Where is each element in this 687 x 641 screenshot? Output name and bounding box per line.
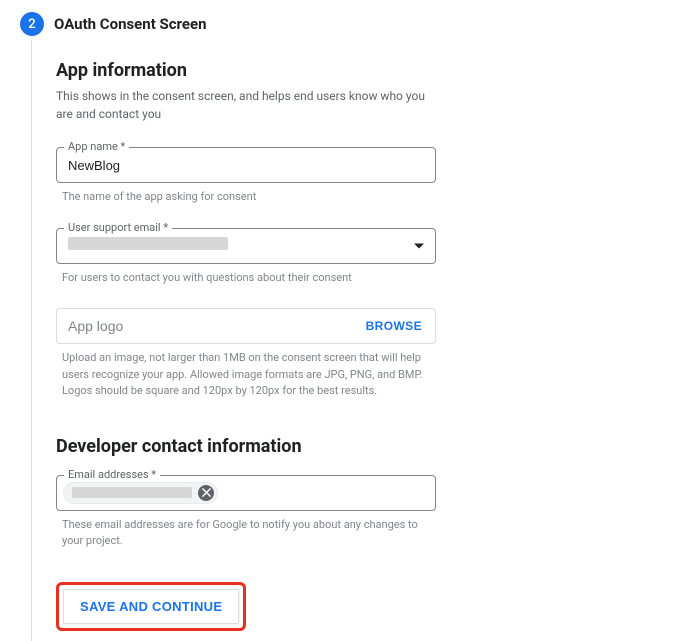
app-logo-field: BROWSE — [56, 308, 436, 344]
support-email-field: User support email * — [56, 228, 471, 264]
step-content: App information This shows in the consen… — [31, 40, 471, 641]
app-info-heading: App information — [56, 60, 471, 81]
save-and-continue-button[interactable]: SAVE AND CONTINUE — [63, 589, 239, 624]
chevron-down-icon — [414, 243, 424, 248]
email-addresses-label: Email addresses * — [64, 468, 160, 481]
email-addresses-field: Email addresses * — [56, 475, 471, 511]
support-email-helper: For users to contact you with questions … — [62, 270, 432, 287]
support-email-label: User support email * — [64, 221, 172, 234]
redacted-email-chip — [72, 487, 192, 498]
redacted-email — [68, 237, 228, 250]
step-title: OAuth Consent Screen — [54, 15, 207, 33]
step-number-badge: 2 — [20, 12, 44, 36]
highlight-annotation: SAVE AND CONTINUE — [56, 582, 246, 631]
app-logo-helper: Upload an image, not larger than 1MB on … — [62, 350, 432, 400]
dev-contact-heading: Developer contact information — [56, 436, 471, 457]
email-chip — [63, 482, 218, 504]
app-name-label: App name * — [64, 140, 129, 153]
action-row: SAVE AND CONTINUE — [56, 582, 471, 631]
chip-remove-icon[interactable] — [198, 485, 214, 501]
app-name-field: App name * — [56, 147, 471, 183]
browse-button[interactable]: BROWSE — [356, 311, 432, 341]
app-name-helper: The name of the app asking for consent — [62, 189, 432, 206]
app-info-description: This shows in the consent screen, and he… — [56, 87, 436, 123]
stepper-header: 2 OAuth Consent Screen — [0, 0, 687, 40]
email-addresses-helper: These email addresses are for Google to … — [62, 517, 432, 550]
